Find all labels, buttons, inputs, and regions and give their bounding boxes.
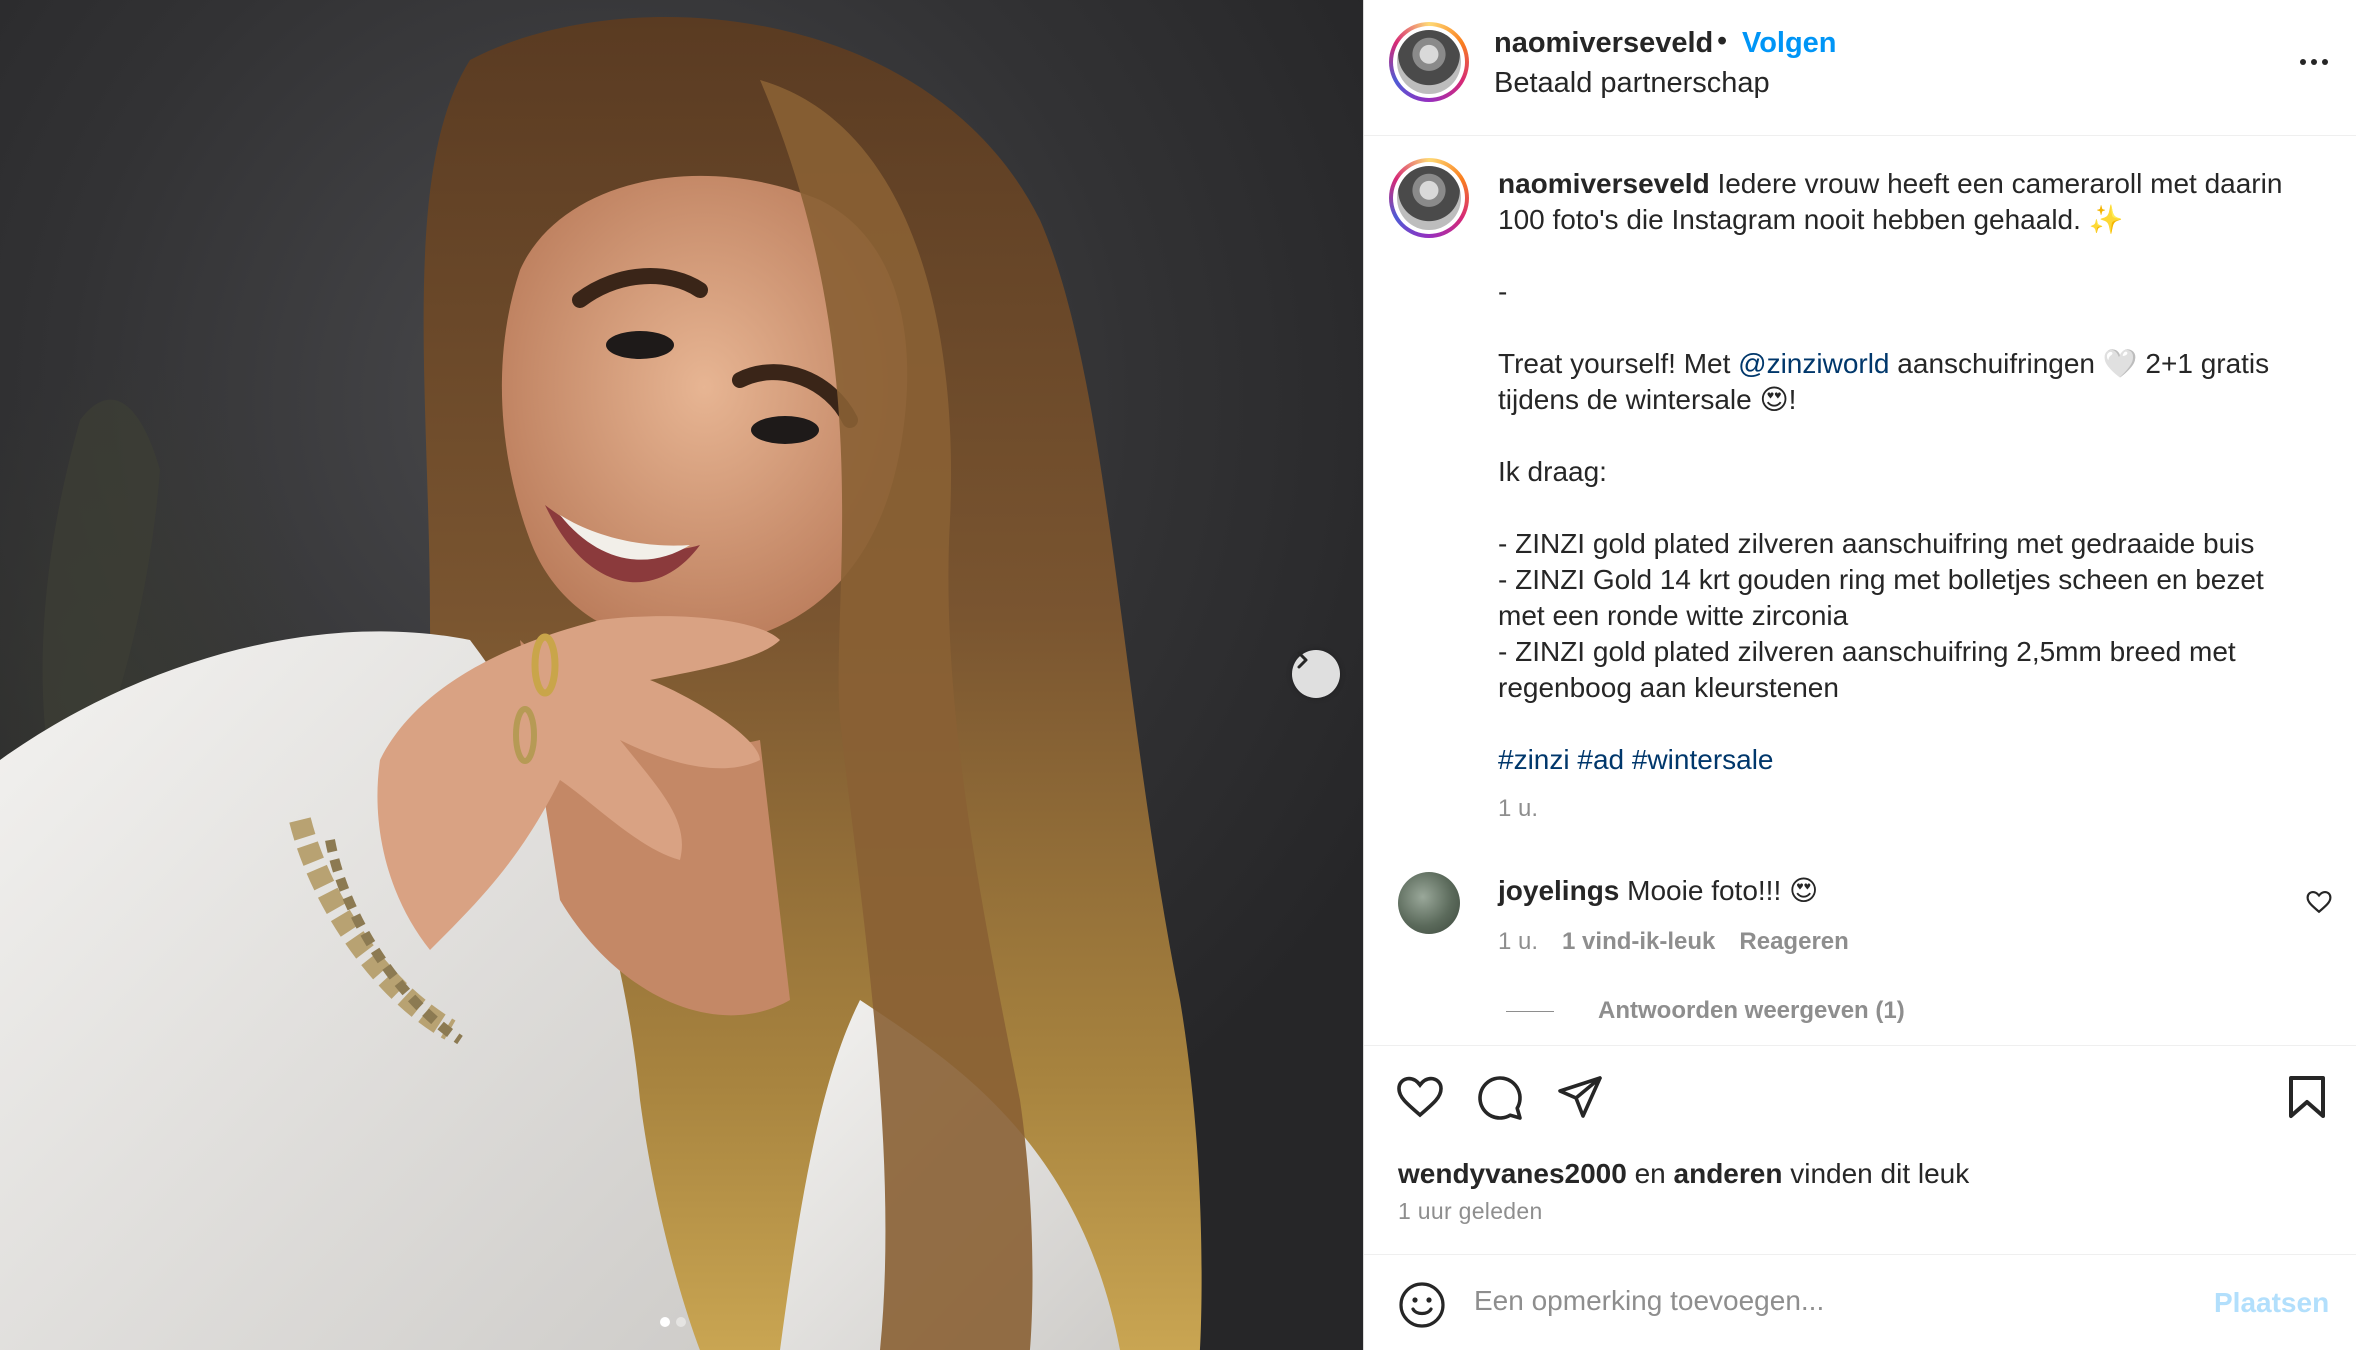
- emoji-icon: [1399, 1282, 1445, 1328]
- paid-partnership-label[interactable]: Betaald partnerschap: [1494, 67, 1770, 100]
- carousel-dot-1: [660, 1317, 670, 1327]
- photo-illustration: [0, 17, 1202, 1350]
- mention-link[interactable]: @zinziworld: [1738, 348, 1889, 379]
- comment-text: Mooie foto!!! 😍: [1627, 875, 1819, 906]
- post-caption: naomiverseveld Iedere vrouw heeft een ca…: [1498, 166, 2318, 778]
- comment-likes[interactable]: 1 vind-ik-leuk: [1562, 928, 1715, 956]
- carousel-next-button[interactable]: [1292, 650, 1340, 698]
- post-actions: wendyvanes2000 en anderen vinden dit leu…: [1364, 1045, 2356, 1255]
- likes-and: en: [1626, 1158, 1674, 1189]
- caption-item-1: - ZINZI gold plated zilveren aanschuifri…: [1498, 528, 2255, 559]
- hashtag-link[interactable]: #wintersale: [1632, 744, 1774, 775]
- likes-suffix: vinden dit leuk: [1782, 1158, 1970, 1189]
- caption-avatar[interactable]: [1389, 158, 1469, 238]
- hashtag-link[interactable]: #zinzi: [1498, 744, 1570, 775]
- comment-button[interactable]: [1476, 1074, 1524, 1127]
- author-avatar[interactable]: [1389, 22, 1469, 102]
- chevron-right-icon: [1297, 651, 1308, 669]
- comment-meta: 1 u. 1 vind-ik-leuk Reageren: [1498, 928, 1849, 956]
- post-side-panel: naomiverseveld • Volgen Betaald partners…: [1363, 0, 2356, 1350]
- view-replies-button[interactable]: Antwoorden weergeven (1): [1506, 997, 1905, 1025]
- post-header: naomiverseveld • Volgen Betaald partners…: [1364, 0, 2356, 136]
- reply-button[interactable]: Reageren: [1739, 928, 1848, 956]
- heart-icon: [2306, 890, 2332, 914]
- hashtag-link[interactable]: #ad: [1577, 744, 1624, 775]
- likes-summary: wendyvanes2000 en anderen vinden dit leu…: [1398, 1158, 1969, 1190]
- caption-dash: -: [1498, 276, 1508, 307]
- caption-treat-pre: Treat yourself! Met: [1498, 348, 1739, 379]
- more-options-button[interactable]: [2289, 42, 2339, 82]
- replies-divider: [1506, 1010, 1554, 1012]
- header-separator: •: [1717, 25, 1728, 57]
- carousel-dot-2: [676, 1317, 686, 1327]
- likes-others[interactable]: anderen: [1674, 1158, 1783, 1189]
- caption-item-3: - ZINZI gold plated zilveren aanschuifri…: [1498, 636, 2236, 703]
- caption-item-2: - ZINZI Gold 14 krt gouden ring met boll…: [1498, 564, 2264, 631]
- comment-like-button[interactable]: [2306, 890, 2332, 919]
- post-photo[interactable]: [0, 0, 1363, 1350]
- liker-username[interactable]: wendyvanes2000: [1398, 1158, 1627, 1189]
- caption-wearing: Ik draag:: [1498, 456, 1607, 487]
- comment-username[interactable]: joyelings: [1498, 875, 1619, 906]
- share-icon: [1558, 1076, 1602, 1118]
- carousel-indicator: [660, 1317, 686, 1327]
- view-replies-label: Antwoorden weergeven (1): [1598, 997, 1905, 1024]
- save-button[interactable]: [2286, 1074, 2328, 1125]
- author-username[interactable]: naomiverseveld: [1494, 27, 1713, 60]
- follow-button[interactable]: Volgen: [1742, 27, 1837, 60]
- comment-icon: [1478, 1076, 1522, 1120]
- commenter-avatar[interactable]: [1398, 872, 1460, 934]
- emoji-button[interactable]: [1398, 1281, 1446, 1334]
- like-button[interactable]: [1396, 1074, 1444, 1125]
- post-comment-button[interactable]: Plaatsen: [2214, 1287, 2329, 1319]
- bookmark-icon: [2289, 1076, 2325, 1118]
- post-timestamp[interactable]: 1 uur geleden: [1398, 1198, 1543, 1225]
- share-button[interactable]: [1556, 1074, 1604, 1125]
- comment-input[interactable]: [1474, 1277, 2174, 1325]
- comment: joyelings Mooie foto!!! 😍: [1498, 874, 1818, 907]
- add-comment-bar: Plaatsen: [1364, 1254, 2356, 1350]
- heart-icon: [1397, 1076, 1443, 1118]
- more-icon: [2300, 59, 2306, 65]
- caption-timestamp[interactable]: 1 u.: [1498, 795, 1538, 823]
- caption-username[interactable]: naomiverseveld: [1498, 168, 1710, 199]
- comment-time[interactable]: 1 u.: [1498, 928, 1538, 956]
